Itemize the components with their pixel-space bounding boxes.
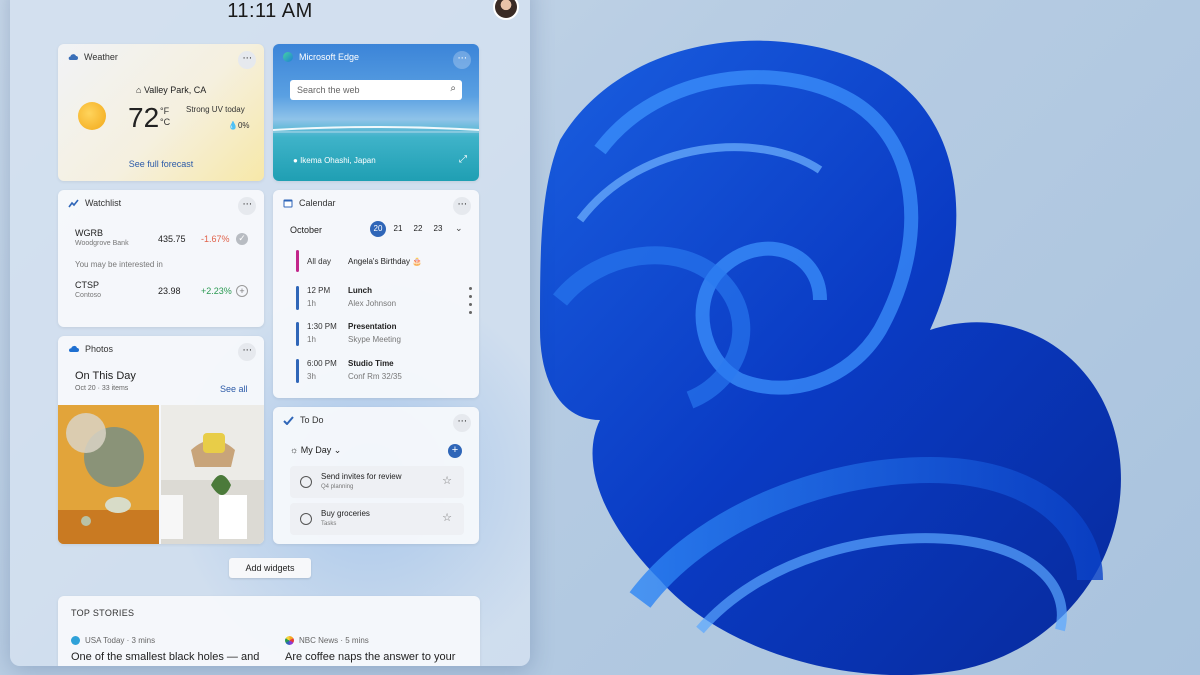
stock-chart-icon [68,199,79,207]
news-story[interactable]: NBC News · 5 mins Are coffee naps the an… [285,636,480,663]
edge-search-input[interactable]: Search the web ⌕ [290,80,462,100]
watchlist-title: Watchlist [85,198,122,208]
photos-widget[interactable]: Photos ··· On This Day Oct 20 · 33 items… [58,336,264,544]
location-pin-icon: ● [293,156,301,165]
top-stories-header: TOP STORIES [71,608,135,618]
todo-task[interactable]: Send invites for review Q4 planning ☆ [290,466,464,498]
top-stories-feed: TOP STORIES USA Today · 3 mins One of th… [58,596,480,666]
photos-title: Photos [85,344,114,354]
edge-icon [283,52,293,62]
news-story[interactable]: USA Today · 3 mins One of the smallest b… [71,636,271,663]
add-icon[interactable]: + [236,285,248,297]
calendar-event[interactable]: 6:00 PM 3h Studio Time Conf Rm 32/35 [293,359,463,383]
calendar-day[interactable]: 20 [370,221,386,237]
todo-more-button[interactable]: ··· [453,414,471,432]
edge-widget[interactable]: Microsoft Edge ··· Search the web ⌕ ● Ik… [273,44,479,181]
edge-title: Microsoft Edge [299,52,360,62]
cloud-icon [68,54,78,61]
weather-unit-toggle[interactable]: °F °C [160,106,170,128]
calendar-widget[interactable]: Calendar ··· October 20 21 22 23 ⌄ All d… [273,190,479,398]
weather-precip: 💧0% [228,121,250,130]
calendar-day[interactable]: 22 [410,221,426,237]
photo-thumbnail[interactable] [161,405,264,544]
watchlist-more-button[interactable]: ··· [238,197,256,215]
home-icon: ⌂ [136,85,144,95]
todo-task[interactable]: Buy groceries Tasks ☆ [290,503,464,535]
calendar-day[interactable]: 23 [430,221,446,237]
weather-widget[interactable]: Weather ··· ⌂ Valley Park, CA 72 °F °C St… [58,44,264,181]
star-icon[interactable]: ☆ [442,474,452,487]
calendar-more-button[interactable]: ··· [453,197,471,215]
sun-outline-icon: ☼ [290,445,301,455]
check-icon[interactable]: ✓ [236,233,248,245]
calendar-event[interactable]: 1:30 PM 1h Presentation Skype Meeting [293,322,463,346]
checkmark-icon [283,415,294,425]
calendar-month: October [290,225,323,235]
sun-icon [78,102,106,130]
edge-more-button[interactable]: ··· [453,51,471,69]
see-full-forecast-link[interactable]: See full forecast [58,159,264,169]
photo-thumbnail[interactable] [58,405,159,544]
weather-more-button[interactable]: ··· [238,51,256,69]
add-widgets-button[interactable]: Add widgets [229,558,311,578]
nbc-logo-icon [285,636,294,645]
watchlist-widget[interactable]: Watchlist ··· WGRB Woodgrove Bank 435.75… [58,190,264,327]
photos-subtitle: Oct 20 · 33 items [75,385,129,392]
raindrop-icon: 💧 [228,121,238,130]
weather-temperature: 72 [128,102,160,133]
photos-heading: On This Day [75,370,136,382]
scroll-indicator[interactable] [469,287,472,319]
chevron-down-icon: ⌄ [331,445,342,455]
calendar-icon [283,199,293,208]
search-icon[interactable]: ⌕ [450,83,456,94]
onedrive-cloud-icon [69,345,79,352]
watchlist-suggest-label: You may be interested in [75,260,163,269]
task-checkbox[interactable] [300,513,312,525]
weather-condition: Strong UV today [186,105,245,114]
add-task-button[interactable]: + [448,444,462,458]
clock: 11:11 AM [227,0,313,22]
task-checkbox[interactable] [300,476,312,488]
calendar-title: Calendar [299,198,336,208]
bridge-image [273,126,479,133]
widgets-panel: 11:11 AM Weather ··· ⌂ Valley Park, CA 7… [10,0,530,666]
todo-title: To Do [300,415,324,425]
weather-title: Weather [84,52,118,62]
edge-image-location: ● Ikema Ohashi, Japan [293,156,376,165]
usa-today-logo-icon [71,636,80,645]
expand-icon[interactable]: ⤢ [459,154,467,165]
photos-more-button[interactable]: ··· [238,343,256,361]
todo-list-selector[interactable]: ☼ My Day ⌄ [290,445,341,456]
calendar-event[interactable]: 12 PM 1h Lunch Alex Johnson [293,286,463,310]
calendar-day-strip: 20 21 22 23 [370,221,446,237]
calendar-event[interactable]: All day Angela's Birthday 🎂 [293,250,463,272]
calendar-day[interactable]: 21 [390,221,406,237]
star-icon[interactable]: ☆ [442,511,452,524]
weather-location: ⌂ Valley Park, CA [136,85,207,95]
todo-widget[interactable]: To Do ··· ☼ My Day ⌄ + Send invites for … [273,407,479,544]
see-all-link[interactable]: See all [220,384,248,394]
chevron-down-icon[interactable]: ⌄ [455,223,463,234]
